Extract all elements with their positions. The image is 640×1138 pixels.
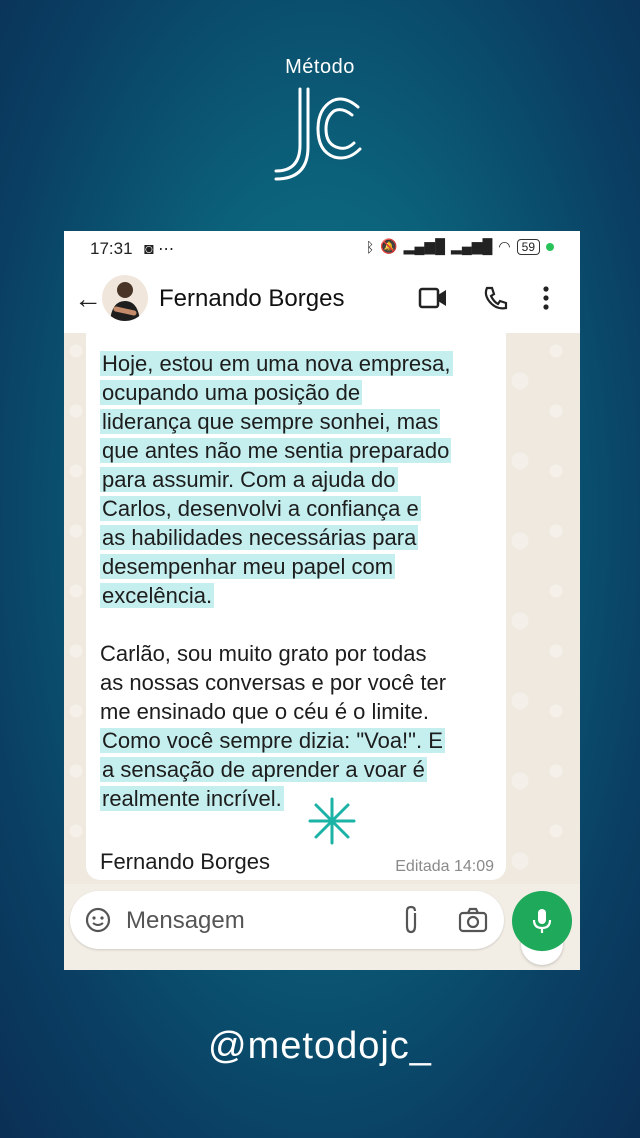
discord-icon: ◙ bbox=[144, 241, 154, 258]
message-composer[interactable]: Mensagem bbox=[70, 891, 504, 949]
message-text: Hoje, estou em uma nova empresa, ocupand… bbox=[100, 349, 500, 813]
more-options-icon[interactable] bbox=[542, 285, 550, 311]
wifi-icon: ◠ bbox=[498, 238, 511, 254]
message-bubble[interactable]: Hoje, estou em uma nova empresa, ocupand… bbox=[86, 333, 506, 880]
mute-icon: 🔕 bbox=[380, 238, 398, 254]
microphone-icon bbox=[532, 909, 552, 933]
message-line: ocupando uma posição de bbox=[100, 380, 363, 405]
notification-icons: ◙ ⋯ bbox=[144, 239, 174, 259]
message-line: realmente incrível. bbox=[100, 786, 284, 811]
sparkle-icon bbox=[308, 797, 356, 845]
back-arrow-icon[interactable]: ← bbox=[74, 283, 102, 315]
chat-area: Hoje, estou em uma nova empresa, ocupand… bbox=[64, 333, 580, 965]
voice-message-button[interactable] bbox=[512, 891, 572, 951]
message-line: as habilidades necessárias para bbox=[100, 525, 419, 550]
jc-logo-icon bbox=[274, 87, 362, 181]
status-bar: 17:31 ◙ ⋯ ᛒ 🔕 ▂▄▆█ ▂▄▆█ ◠ 59 bbox=[64, 231, 580, 267]
edited-timestamp: Editada 14:09 bbox=[395, 858, 494, 875]
message-line: desempenhar meu papel com bbox=[100, 554, 396, 579]
message-line: Carlos, desenvolvi a confiança e bbox=[100, 496, 421, 521]
contact-name[interactable]: Fernando Borges bbox=[159, 285, 344, 313]
battery-icon: 59 bbox=[516, 238, 540, 255]
message-line: Carlão, sou muito grato por todas bbox=[100, 641, 427, 666]
camera-icon[interactable] bbox=[458, 907, 488, 933]
more-notifications-icon: ⋯ bbox=[158, 241, 175, 258]
message-line: Hoje, estou em uma nova empresa, bbox=[100, 351, 453, 376]
privacy-dot-icon bbox=[546, 242, 554, 251]
sticker-icon[interactable] bbox=[84, 906, 112, 934]
status-time: 17:31 bbox=[90, 239, 133, 258]
message-line: Como você sempre dizia: "Voa!". E bbox=[100, 728, 445, 753]
brand: Método bbox=[0, 56, 640, 181]
signal-icon: ▂▄▆█ bbox=[403, 238, 446, 254]
signature: Fernando Borges bbox=[100, 849, 270, 874]
message-line: as nossas conversas e por você ter bbox=[100, 670, 447, 695]
message-line: liderança que sempre sonhei, mas bbox=[100, 409, 441, 434]
message-line: me ensinado que o céu é o limite. bbox=[100, 699, 429, 724]
message-line: que antes não me sentia preparado bbox=[100, 438, 452, 463]
phone-screenshot: 17:31 ◙ ⋯ ᛒ 🔕 ▂▄▆█ ▂▄▆█ ◠ 59 ← Fernando … bbox=[64, 231, 580, 970]
message-line: a sensação de aprender a voar é bbox=[100, 757, 427, 782]
video-call-icon[interactable] bbox=[418, 285, 448, 311]
bluetooth-icon: ᛒ bbox=[365, 238, 375, 255]
system-icons: ᛒ 🔕 ▂▄▆█ ▂▄▆█ ◠ 59 bbox=[366, 238, 554, 255]
attach-icon[interactable] bbox=[400, 905, 422, 935]
message-line: excelência. bbox=[100, 583, 215, 608]
avatar[interactable] bbox=[102, 275, 148, 321]
social-handle: @metodojc_ bbox=[208, 1025, 432, 1067]
chat-header: ← Fernando Borges bbox=[64, 267, 580, 333]
message-line: para assumir. Com a ajuda do bbox=[100, 467, 398, 492]
phone-call-icon[interactable] bbox=[482, 285, 508, 311]
message-input[interactable]: Mensagem bbox=[126, 907, 245, 935]
brand-title: Método bbox=[285, 56, 355, 78]
signal-2-icon: ▂▄▆█ bbox=[451, 238, 493, 254]
